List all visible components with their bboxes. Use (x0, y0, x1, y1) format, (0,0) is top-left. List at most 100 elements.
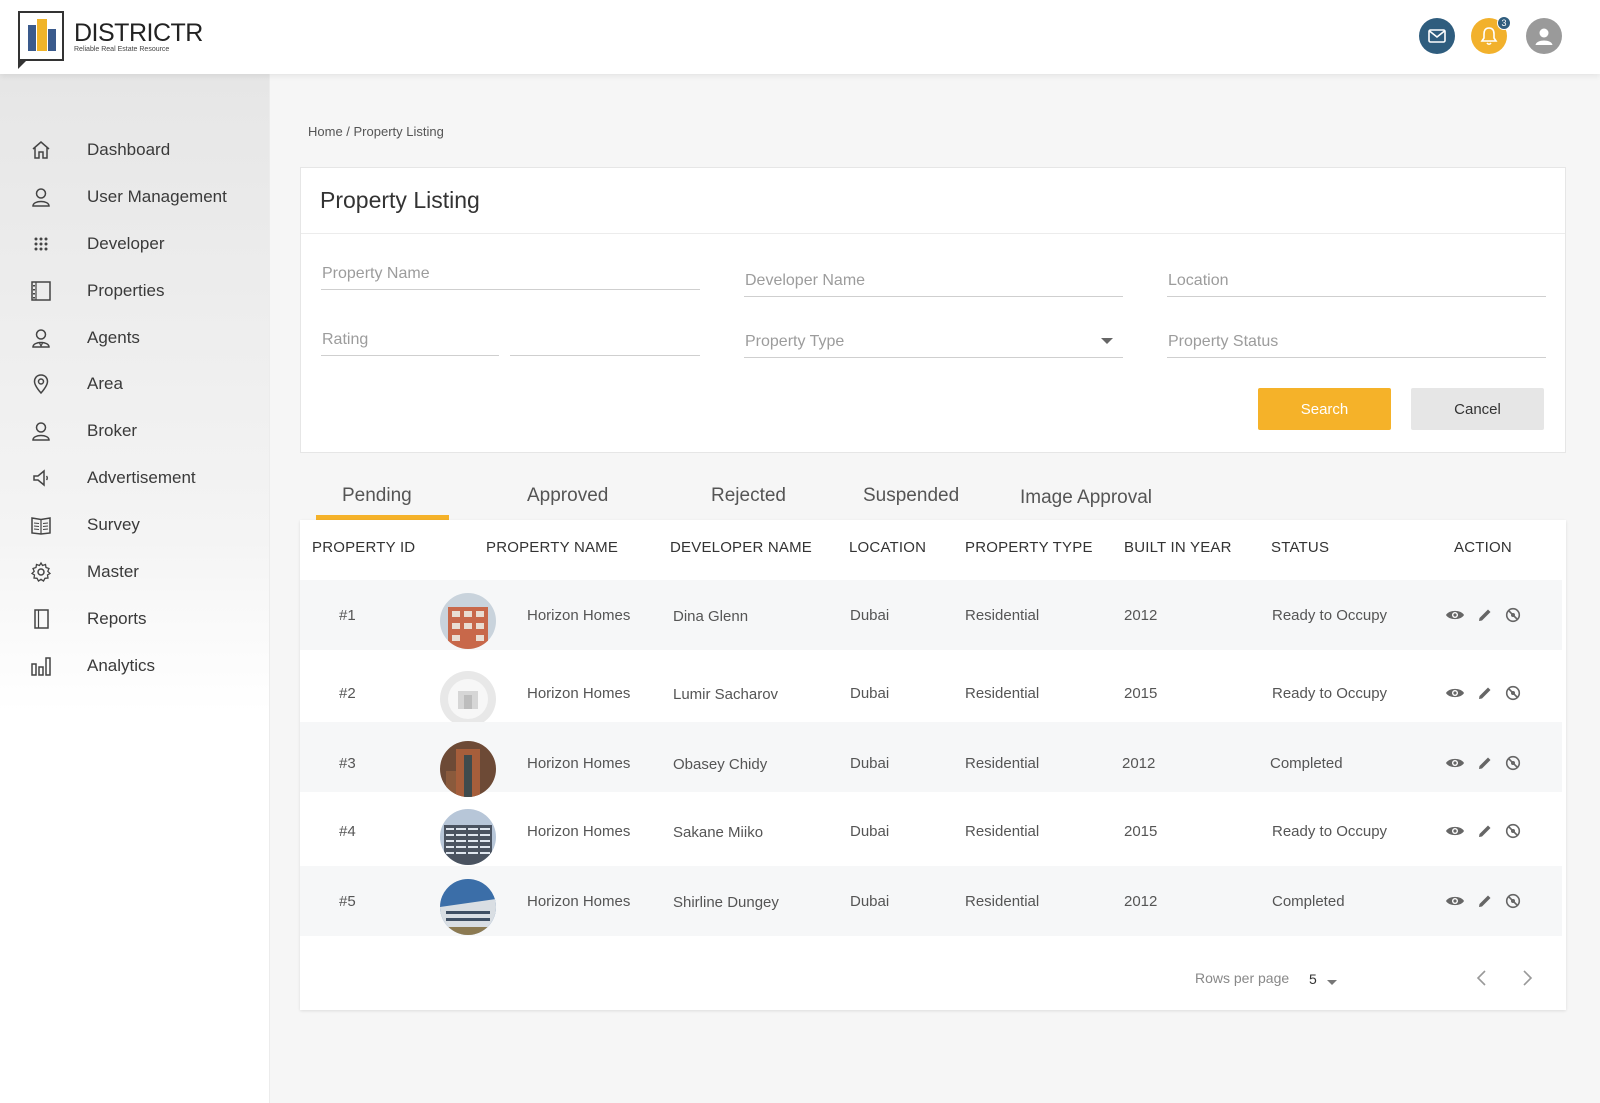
tab-pending[interactable]: Pending (342, 485, 412, 507)
brand-tagline: Reliable Real Estate Resource (74, 45, 170, 53)
sidebar-item-agents[interactable]: Agents (0, 318, 270, 358)
chevron-down-icon[interactable] (1327, 980, 1337, 985)
property-type-select[interactable]: Property Type (744, 330, 1123, 358)
property-name-cell: Horizon Homes (527, 607, 631, 624)
sidebar-item-area[interactable]: Area (0, 364, 270, 404)
survey-book-icon (30, 514, 52, 536)
search-button[interactable]: Search (1258, 388, 1391, 430)
developer-name-cell: Sakane Miiko (673, 824, 764, 841)
status-cell: Completed (1270, 755, 1343, 772)
property-name-cell: Horizon Homes (527, 823, 631, 840)
built-year-cell: 2012 (1122, 755, 1156, 772)
brand-name: DISTRICTR (74, 18, 203, 47)
sidebar-item-survey[interactable]: Survey (0, 505, 270, 545)
rows-per-page-label: Rows per page (1195, 970, 1290, 986)
status-cell: Ready to Occupy (1272, 823, 1388, 840)
developer-name-field[interactable]: Developer Name (744, 269, 1123, 297)
edit-pencil-icon[interactable] (1475, 683, 1495, 703)
sidebar-item-master[interactable]: Master (0, 552, 270, 592)
sidebar-item-developer[interactable]: Developer (0, 224, 270, 264)
suspend-block-icon[interactable] (1503, 683, 1523, 703)
suspend-block-icon[interactable] (1503, 821, 1523, 841)
suspend-block-icon[interactable] (1503, 753, 1523, 773)
megaphone-icon (30, 467, 52, 489)
built-year-cell: 2015 (1124, 823, 1158, 840)
edit-pencil-icon[interactable] (1475, 821, 1495, 841)
column-header-status[interactable]: STATUS (1271, 539, 1329, 556)
property-name-field[interactable]: Property Name (321, 262, 700, 290)
column-header-property-id[interactable]: PROPERTY ID (312, 539, 415, 556)
sidebar-item-broker[interactable]: Broker (0, 411, 270, 451)
view-eye-icon[interactable] (1445, 753, 1465, 773)
tab-rejected[interactable]: Rejected (711, 485, 786, 507)
column-header-location[interactable]: LOCATION (849, 539, 926, 556)
edit-pencil-icon[interactable] (1475, 753, 1495, 773)
sidebar-item-reports[interactable]: Reports (0, 599, 270, 639)
view-eye-icon[interactable] (1445, 605, 1465, 625)
property-id-cell: #3 (339, 755, 356, 772)
property-type-cell: Residential (965, 893, 1040, 910)
property-thumbnail[interactable] (440, 741, 496, 797)
divider (301, 233, 1565, 234)
tab-suspended[interactable]: Suspended (863, 485, 959, 507)
status-cell: Completed (1272, 893, 1345, 910)
notification-bell-icon[interactable]: 3 (1471, 16, 1511, 54)
column-header-property-name[interactable]: PROPERTY NAME (486, 539, 618, 556)
suspend-block-icon[interactable] (1503, 605, 1523, 625)
developer-name-cell: Dina Glenn (673, 608, 749, 625)
location-pin-icon (30, 373, 52, 395)
edit-pencil-icon[interactable] (1475, 891, 1495, 911)
column-header-built-in-year[interactable]: BUILT IN YEAR (1124, 539, 1232, 556)
property-id-cell: #1 (339, 607, 356, 624)
property-thumbnail[interactable] (440, 593, 496, 649)
property-thumbnail[interactable] (440, 809, 496, 865)
column-header-developer-name[interactable]: DEVELOPER NAME (670, 539, 812, 556)
rating-secondary-field[interactable] (510, 328, 700, 356)
property-type-cell: Residential (965, 607, 1040, 624)
brand-logo[interactable]: DISTRICTR Reliable Real Estate Resource (18, 11, 203, 69)
edit-pencil-icon[interactable] (1475, 605, 1495, 625)
developer-name-cell: Obasey Chidy (673, 756, 768, 773)
property-type-cell: Residential (965, 823, 1040, 840)
built-year-cell: 2015 (1124, 685, 1158, 702)
property-thumbnail[interactable] (440, 879, 496, 935)
agents-icon (30, 327, 52, 349)
property-name-cell: Horizon Homes (527, 755, 631, 772)
top-header: DISTRICTR Reliable Real Estate Resource … (0, 0, 1600, 74)
breadcrumb[interactable]: Home / Property Listing (308, 124, 444, 139)
user-icon (30, 186, 52, 208)
location-field[interactable]: Location (1167, 269, 1546, 297)
property-id-cell: #4 (339, 823, 356, 840)
tab-image-approval[interactable]: Image Approval (1020, 487, 1152, 509)
property-thumbnail[interactable] (440, 671, 496, 727)
property-name-cell: Horizon Homes (527, 685, 631, 702)
sidebar-item-user-management[interactable]: User Management (0, 177, 270, 217)
column-header-property-type[interactable]: PROPERTY TYPE (965, 539, 1093, 556)
bar-chart-icon (30, 655, 52, 677)
mail-icon[interactable] (1419, 18, 1455, 54)
view-eye-icon[interactable] (1445, 683, 1465, 703)
sidebar-item-analytics[interactable]: Analytics (0, 646, 270, 686)
notification-count-badge: 3 (1497, 16, 1511, 30)
cancel-button[interactable]: Cancel (1411, 388, 1544, 430)
next-page-button[interactable] (1516, 966, 1540, 990)
location-cell: Dubai (850, 755, 890, 772)
logo-mark (18, 11, 64, 69)
previous-page-button[interactable] (1469, 966, 1493, 990)
building-icon (30, 280, 52, 302)
notebook-icon (30, 608, 52, 630)
view-eye-icon[interactable] (1445, 891, 1465, 911)
property-status-field[interactable]: Property Status (1167, 330, 1546, 358)
sidebar-item-properties[interactable]: Properties (0, 271, 270, 311)
property-name-cell: Horizon Homes (527, 893, 631, 910)
rows-per-page-select[interactable]: 5 (1309, 971, 1317, 987)
sidebar-item-dashboard[interactable]: Dashboard (0, 130, 270, 170)
sidebar-item-advertisement[interactable]: Advertisement (0, 458, 270, 498)
suspend-block-icon[interactable] (1503, 891, 1523, 911)
location-cell: Dubai (850, 607, 890, 624)
view-eye-icon[interactable] (1445, 821, 1465, 841)
tab-approved[interactable]: Approved (527, 485, 608, 507)
user-avatar-icon[interactable] (1526, 18, 1562, 54)
rating-field[interactable]: Rating (321, 328, 499, 356)
property-id-cell: #2 (339, 685, 356, 702)
